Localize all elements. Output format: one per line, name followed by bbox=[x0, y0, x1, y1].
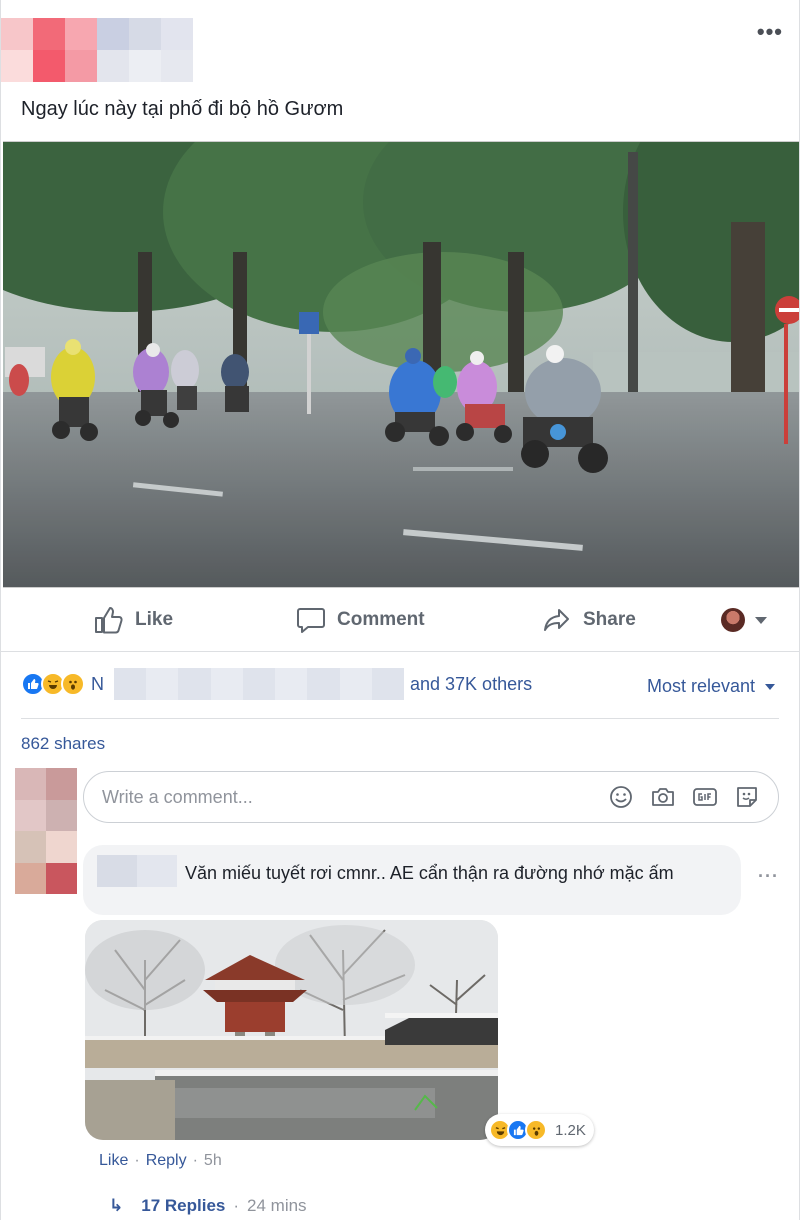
share-button[interactable]: Share bbox=[543, 602, 636, 638]
post-photo[interactable] bbox=[3, 141, 799, 588]
like-button[interactable]: Like bbox=[93, 602, 173, 638]
replies-timestamp: 24 mins bbox=[247, 1196, 307, 1215]
reactor-names-pixelated[interactable] bbox=[114, 668, 404, 700]
chevron-down-icon bbox=[755, 616, 767, 624]
comment-photo[interactable] bbox=[85, 920, 498, 1140]
react-as-selector[interactable] bbox=[721, 602, 767, 638]
comment-bubble: Văn miếu tuyết rơi cmnr.. AE cẩn thận ra… bbox=[83, 845, 741, 915]
separator-dot: · bbox=[233, 1196, 240, 1215]
author-pixelated-avatar[interactable] bbox=[1, 18, 193, 82]
comment-input[interactable] bbox=[102, 786, 608, 808]
comment-reactions[interactable]: 1.2K bbox=[485, 1114, 594, 1146]
comment-reaction-count: 1.2K bbox=[555, 1121, 586, 1139]
emoji-smiley-icon[interactable] bbox=[608, 784, 634, 810]
divider bbox=[21, 718, 779, 719]
share-label: Share bbox=[583, 609, 636, 630]
thumbs-up-icon bbox=[93, 606, 123, 634]
reactions-summary[interactable]: N and 37K others bbox=[21, 668, 532, 700]
comment-actions: Like · Reply · 5h bbox=[99, 1152, 222, 1170]
like-label: Like bbox=[135, 609, 174, 630]
comment-timestamp[interactable]: 5h bbox=[204, 1152, 222, 1170]
sticker-icon[interactable] bbox=[734, 784, 760, 810]
post-text: Ngay lúc này tại phố đi bộ hồ Gươm bbox=[21, 98, 344, 120]
share-arrow-icon bbox=[543, 607, 571, 633]
commenter-name-pixelated[interactable] bbox=[97, 855, 177, 887]
comment-button[interactable]: Comment bbox=[297, 602, 425, 638]
camera-icon[interactable] bbox=[650, 784, 676, 810]
gif-icon[interactable] bbox=[692, 784, 718, 810]
comment-input-box[interactable] bbox=[83, 771, 779, 823]
divider bbox=[1, 651, 800, 652]
replies-count[interactable]: 17 Replies bbox=[141, 1196, 225, 1216]
comment-text: Văn miếu tuyết rơi cmnr.. AE cẩn thận ra… bbox=[185, 863, 674, 883]
reactor-name-initial[interactable]: N bbox=[91, 674, 104, 695]
comment-label: Comment bbox=[337, 609, 425, 630]
separator-dot: · bbox=[134, 1152, 140, 1169]
facebook-post: ••• Ngay lúc này tại phố đi bộ hồ Gươm L… bbox=[0, 0, 800, 1220]
more-options-icon[interactable]: ••• bbox=[757, 21, 783, 43]
wow-reaction-icon bbox=[525, 1119, 547, 1141]
shares-count[interactable]: 862 shares bbox=[21, 734, 105, 754]
caret-down-icon bbox=[765, 683, 775, 690]
comment-options-icon[interactable]: ··· bbox=[758, 866, 779, 887]
post-action-bar: Like Comment Share bbox=[1, 596, 800, 644]
profile-avatar bbox=[721, 608, 745, 632]
wow-reaction-icon bbox=[61, 672, 85, 696]
comment-reply-link[interactable]: Reply bbox=[146, 1152, 187, 1170]
separator-dot: · bbox=[192, 1152, 198, 1169]
view-replies[interactable]: ↳ 17 Replies · 24 mins bbox=[109, 1196, 307, 1216]
speech-bubble-icon bbox=[297, 606, 325, 634]
comment-like-link[interactable]: Like bbox=[99, 1152, 128, 1170]
comment-sort-dropdown[interactable]: Most relevant bbox=[647, 676, 775, 697]
sort-label: Most relevant bbox=[646, 676, 755, 696]
reply-arrow-icon: ↳ bbox=[109, 1196, 124, 1215]
others-count[interactable]: and 37K others bbox=[410, 674, 532, 695]
commenter-pixelated-avatar[interactable] bbox=[15, 768, 77, 894]
